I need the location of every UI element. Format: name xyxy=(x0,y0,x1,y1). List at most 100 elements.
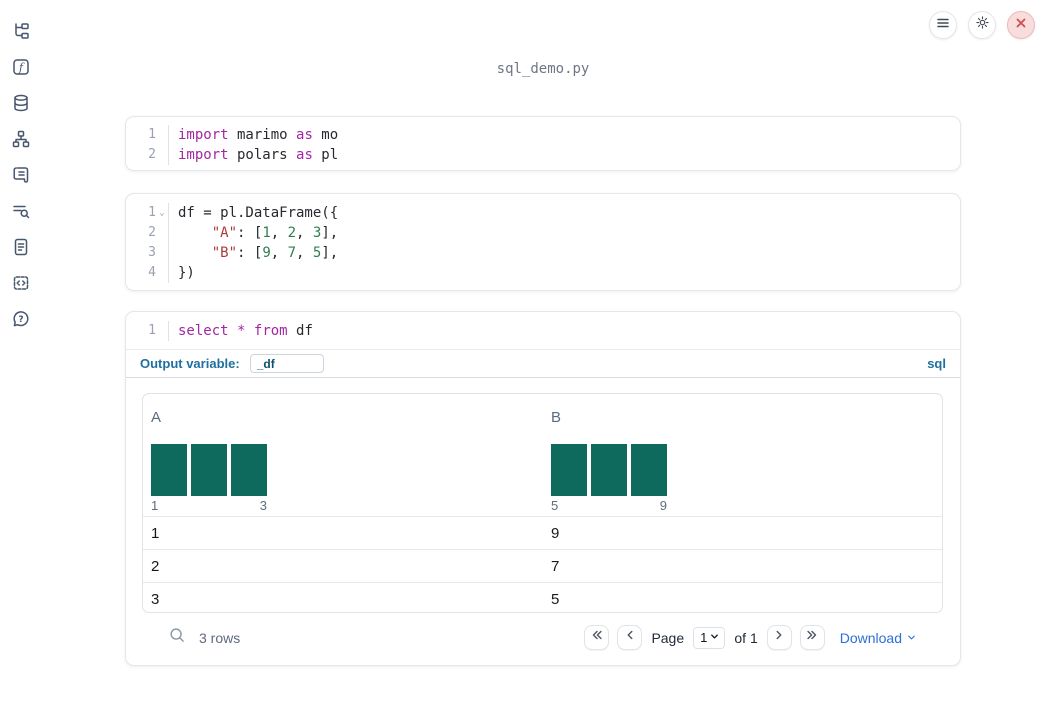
code-text: select * from df xyxy=(168,321,313,341)
histogram-max-label: 3 xyxy=(259,498,267,513)
sidebar-item-help[interactable]: ? xyxy=(9,309,33,333)
page-of-label: of 1 xyxy=(734,629,758,646)
download-label: Download xyxy=(839,629,902,646)
code-text: import marimo as mo xyxy=(168,125,338,145)
table-header: A 1 3 B 5 9 xyxy=(143,394,942,516)
chevron-left-icon xyxy=(623,628,637,647)
sidebar-item-functions[interactable]: f xyxy=(9,57,33,81)
documentation-icon xyxy=(11,237,31,262)
sidebar-item-snippets[interactable] xyxy=(9,273,33,297)
page-select-value: 1 xyxy=(700,630,708,645)
next-page-button[interactable] xyxy=(766,625,792,650)
histogram-axis: 5 9 xyxy=(551,498,667,513)
code-line: 2 import polars as pl xyxy=(126,145,960,165)
code-token: polars xyxy=(228,147,297,163)
table-body: 192735 xyxy=(143,516,942,612)
first-page-button[interactable] xyxy=(584,625,610,650)
code-token: ], xyxy=(321,245,339,261)
chevrons-left-icon xyxy=(590,628,604,647)
sidebar-item-datasources[interactable] xyxy=(9,93,33,117)
line-number: 1 xyxy=(148,205,156,220)
previous-page-button[interactable] xyxy=(617,625,643,650)
code-editor[interactable]: 1 import marimo as mo 2 import polars as pl xyxy=(126,117,960,172)
sql-editor[interactable]: 1 select * from df xyxy=(126,312,960,350)
code-token: "A" xyxy=(211,225,238,241)
fold-gutter xyxy=(156,263,168,283)
notebook-filename[interactable]: sql_demo.py xyxy=(125,61,961,77)
code-line: 1 import marimo as mo xyxy=(126,125,960,145)
column-label: B xyxy=(551,409,562,426)
histogram-axis: 1 3 xyxy=(151,498,267,513)
notebook-menu-button[interactable] xyxy=(929,11,957,39)
code-token: as xyxy=(296,127,313,143)
code-token: mo xyxy=(312,127,339,143)
sidebar-item-scratchpad[interactable] xyxy=(9,165,33,189)
code-line: 4}) xyxy=(126,263,960,283)
table-row[interactable]: 35 xyxy=(143,582,942,612)
code-cell-imports: 1 import marimo as mo 2 import polars as pl xyxy=(125,116,961,171)
svg-text:f: f xyxy=(18,61,25,74)
table-cell: 5 xyxy=(551,590,560,608)
code-token: import xyxy=(178,127,229,143)
code-cell-dataframe: 1 ⌄ df = pl.DataFrame({2 "A": [1, 2, 3], 3 … xyxy=(125,193,961,291)
chevrons-right-icon xyxy=(805,628,819,647)
page-select[interactable]: 1 xyxy=(693,626,726,649)
histogram-bar xyxy=(231,444,267,496)
sidebar-item-logs[interactable] xyxy=(9,201,33,225)
last-page-button[interactable] xyxy=(799,625,825,650)
logs-icon xyxy=(11,201,31,226)
histogram-bars xyxy=(151,444,267,496)
shutdown-button[interactable] xyxy=(1007,11,1035,39)
column-header-b[interactable]: B 5 9 xyxy=(543,402,942,516)
sidebar-item-file-explorer[interactable] xyxy=(9,21,33,45)
code-editor[interactable]: 1 ⌄ df = pl.DataFrame({2 "A": [1, 2, 3], 3 … xyxy=(126,194,960,292)
sidebar-item-dependency-graph[interactable] xyxy=(9,129,33,153)
table-cell: 3 xyxy=(151,590,160,608)
code-token: , xyxy=(296,245,313,261)
code-text: }) xyxy=(168,263,195,283)
histogram-max-label: 9 xyxy=(659,498,667,513)
fold-chevron-icon[interactable]: ⌄ xyxy=(156,203,168,223)
scratchpad-icon xyxy=(11,165,31,190)
line-number: 1 xyxy=(148,127,156,142)
table-output: A 1 3 B 5 9 1 9 2 7 3 5 3 rows Page 1 of… xyxy=(126,378,960,650)
code-token: 2 xyxy=(287,225,297,241)
help-icon: ? xyxy=(11,309,31,334)
fold-gutter xyxy=(156,321,168,341)
close-icon xyxy=(1015,16,1027,34)
code-token: 9 xyxy=(262,245,271,261)
row-count: 3 rows xyxy=(199,629,241,646)
line-number: 1 xyxy=(148,323,156,338)
histogram-bar xyxy=(631,444,667,496)
code-token: "B" xyxy=(211,245,238,261)
code-text: "A": [1, 2, 3], xyxy=(168,223,338,243)
fold-gutter xyxy=(156,125,168,145)
table-cell: 2 xyxy=(151,557,160,575)
functions-icon: f xyxy=(11,57,31,82)
output-variable-input[interactable] xyxy=(249,354,324,373)
code-token: ], xyxy=(321,225,339,241)
pagination: Page 1 of 1 Download xyxy=(584,625,917,650)
download-button[interactable]: Download xyxy=(840,630,917,646)
code-token: }) xyxy=(178,265,195,281)
column-header-a[interactable]: A 1 3 xyxy=(143,402,543,516)
table-row[interactable]: 27 xyxy=(143,549,942,582)
sidebar-item-documentation[interactable] xyxy=(9,237,33,261)
datasources-icon xyxy=(11,93,31,118)
code-line: 1 ⌄ df = pl.DataFrame({ xyxy=(126,203,960,223)
dependency-graph-icon xyxy=(11,129,31,154)
code-line: 2 "A": [1, 2, 3], xyxy=(126,223,960,243)
table-row[interactable]: 19 xyxy=(143,516,942,549)
chevron-right-icon xyxy=(772,628,786,647)
column-label: A xyxy=(151,409,162,426)
chevron-down-icon xyxy=(906,630,917,646)
search-button[interactable] xyxy=(167,628,187,648)
code-token: import xyxy=(178,147,229,163)
snippets-icon xyxy=(11,273,31,298)
fold-gutter xyxy=(156,145,168,165)
dataframe-table: A 1 3 B 5 9 1 9 2 7 3 5 xyxy=(142,393,943,613)
settings-button[interactable] xyxy=(968,11,996,39)
